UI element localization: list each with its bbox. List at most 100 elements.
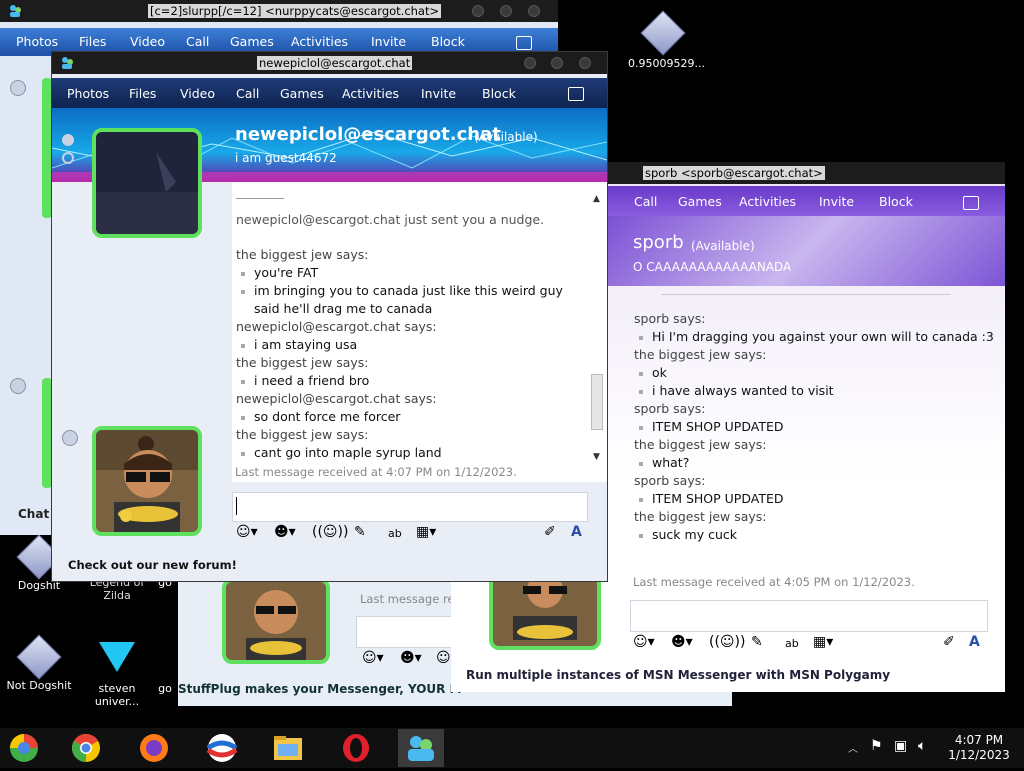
sender-label: sporb says:: [634, 401, 706, 416]
maximize-button[interactable]: [500, 5, 512, 17]
tray-overflow-icon[interactable]: ︿: [848, 740, 858, 755]
wink-icon[interactable]: ☻▾: [274, 524, 296, 540]
voice-clip-icon[interactable]: ✎: [354, 524, 366, 540]
desktop-icon-go-2[interactable]: go: [150, 682, 180, 695]
menu-activities[interactable]: Activities: [342, 86, 399, 101]
file-explorer-icon[interactable]: [272, 732, 304, 764]
message-input[interactable]: [356, 616, 458, 648]
avatar-image: [222, 578, 330, 664]
message-line: Hi I'm dragging you against your own wil…: [634, 328, 994, 346]
options-menu-icon[interactable]: [963, 196, 979, 210]
collapse-icon[interactable]: [10, 378, 26, 394]
message-line: i have always wanted to visit: [634, 382, 994, 400]
sender-label: the biggest jew says:: [236, 247, 369, 262]
chrome-alt-icon[interactable]: [8, 732, 40, 764]
message-line: suck my cuck: [634, 526, 994, 544]
footer-link[interactable]: Check out our new forum!: [68, 558, 237, 572]
font-style-icon[interactable]: ab: [785, 637, 799, 650]
chrome-icon[interactable]: [70, 732, 102, 764]
minimize-button[interactable]: [524, 57, 536, 69]
nudge-icon[interactable]: ((☺)): [709, 634, 745, 650]
menu-photos[interactable]: Photos: [16, 34, 58, 49]
messenger-app-icon: [8, 3, 22, 17]
menu-call[interactable]: Call: [236, 86, 259, 101]
menu-games[interactable]: Games: [678, 194, 722, 209]
footer-ad[interactable]: StuffPlug makes your Messenger, YOUR M: [178, 682, 462, 696]
close-button[interactable]: [579, 57, 591, 69]
menu-video[interactable]: Video: [180, 86, 215, 101]
handwriting-icon[interactable]: ✐: [544, 524, 556, 540]
desktop-icon-steven[interactable]: steven univer...: [82, 636, 152, 708]
voice-clip-icon[interactable]: ✎: [751, 634, 763, 650]
chat-window-newepiclol[interactable]: newepiclol@escargot.chat Photos Files Vi…: [51, 51, 608, 582]
emoticon-icon[interactable]: ☺▾: [633, 634, 655, 650]
wink-icon[interactable]: ☻▾: [671, 634, 693, 650]
menu-invite[interactable]: Invite: [819, 194, 854, 209]
message-line: im bringing you to canada just like this…: [236, 282, 588, 318]
message-line: what?: [634, 454, 994, 472]
collapse-icon[interactable]: [62, 134, 74, 146]
message-input[interactable]: [630, 600, 988, 632]
title-bar[interactable]: newepiclol@escargot.chat: [52, 52, 607, 74]
message-history: the biggest jew says: you're FAT im brin…: [236, 246, 588, 462]
msn-globe-icon[interactable]: [206, 732, 238, 764]
emoticon-icon[interactable]: ☺▾: [362, 650, 384, 666]
volume-icon[interactable]: 🔈︎: [918, 738, 926, 754]
title-bar[interactable]: [c=2]slurpp[/c=12] <nurppycats@escargot.…: [0, 0, 558, 22]
menu-invite[interactable]: Invite: [371, 34, 406, 49]
menu-files[interactable]: Files: [79, 34, 106, 49]
footer-ad[interactable]: Run multiple instances of MSN Messenger …: [466, 668, 890, 682]
menu-games[interactable]: Games: [280, 86, 324, 101]
minimize-button[interactable]: [472, 5, 484, 17]
last-message-timestamp: Last message received at 4:07 PM on 1/12…: [235, 465, 517, 479]
text-format-icon[interactable]: A: [969, 634, 980, 650]
wink-icon[interactable]: ☻▾: [400, 650, 422, 666]
desktop-icon-number[interactable]: 0.95009529...: [628, 10, 705, 70]
diamond-file-icon: [640, 10, 686, 56]
user-avatar: [92, 426, 202, 536]
opera-icon[interactable]: [340, 732, 372, 764]
collapse-icon[interactable]: [10, 80, 26, 96]
menu-call[interactable]: Call: [634, 194, 657, 209]
contact-message: O CAAAAAAAAAAAANADA: [633, 260, 792, 274]
menu-call[interactable]: Call: [186, 34, 209, 49]
scroll-thumb[interactable]: [591, 374, 603, 430]
handwriting-icon[interactable]: ✐: [943, 634, 955, 650]
message-line: you're FAT: [236, 264, 588, 282]
desktop-icon-not-dogshit[interactable]: Not Dogshit: [4, 634, 74, 692]
emoticon-icon[interactable]: ☺▾: [236, 524, 258, 540]
maximize-button[interactable]: [551, 57, 563, 69]
network-icon[interactable]: ▣: [894, 738, 907, 754]
message-input[interactable]: [232, 492, 588, 522]
menu-games[interactable]: Games: [230, 34, 274, 49]
clock-date: 1/12/2023: [948, 748, 1010, 762]
background-icon[interactable]: ▦▾: [416, 524, 436, 540]
close-button[interactable]: [528, 5, 540, 17]
background-icon[interactable]: ▦▾: [813, 634, 833, 650]
firefox-icon[interactable]: [138, 732, 170, 764]
menu-files[interactable]: Files: [129, 86, 156, 101]
scroll-up-icon[interactable]: ▲: [593, 194, 600, 204]
menu-photos[interactable]: Photos: [67, 86, 109, 101]
flag-icon[interactable]: ⚑: [870, 738, 883, 754]
scrollbar[interactable]: ▲ ▼: [591, 194, 603, 462]
options-menu-icon[interactable]: [516, 36, 532, 50]
divider: [661, 294, 951, 295]
options-menu-icon[interactable]: [568, 87, 584, 101]
menu-activities[interactable]: Activities: [739, 194, 796, 209]
menu-block[interactable]: Block: [879, 194, 913, 209]
scroll-down-icon[interactable]: ▼: [593, 452, 600, 462]
menu-invite[interactable]: Invite: [421, 86, 456, 101]
messenger-taskbar-button[interactable]: [398, 729, 444, 767]
message-line: cant go into maple syrup land: [236, 444, 588, 462]
menu-block[interactable]: Block: [431, 34, 465, 49]
menu-video[interactable]: Video: [130, 34, 165, 49]
clock[interactable]: 4:07 PM 1/12/2023: [948, 733, 1010, 763]
font-style-icon[interactable]: ab: [388, 527, 402, 540]
window-title: newepiclol@escargot.chat: [257, 56, 413, 70]
text-format-icon[interactable]: A: [571, 524, 582, 540]
nudge-icon[interactable]: ((☺)): [312, 524, 348, 540]
menu-block[interactable]: Block: [482, 86, 516, 101]
menu-activities[interactable]: Activities: [291, 34, 348, 49]
collapse-icon[interactable]: [62, 430, 78, 446]
